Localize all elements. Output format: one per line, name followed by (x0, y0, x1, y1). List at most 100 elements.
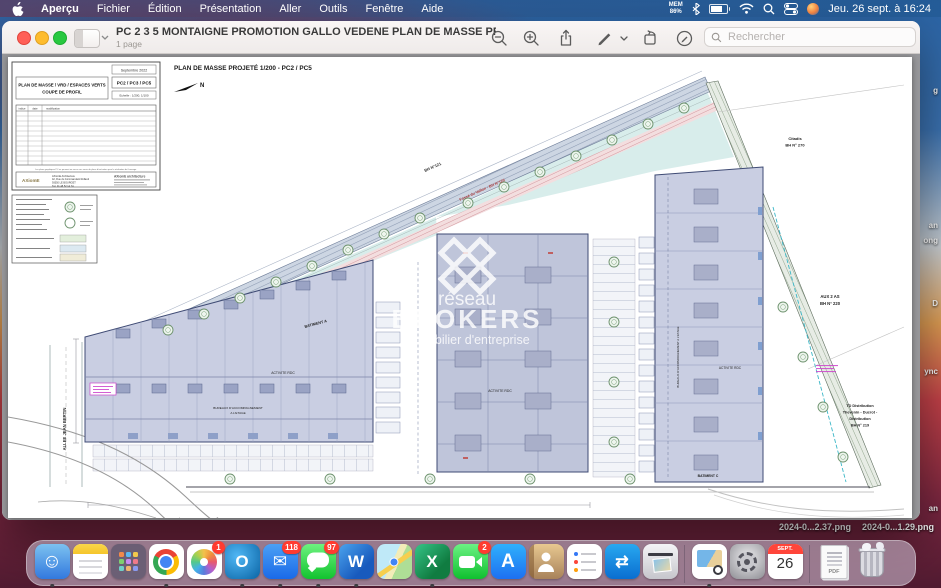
dock-item-calendar[interactable]: SEPT.26 (766, 544, 804, 586)
svg-text:modification: modification (46, 106, 60, 110)
window-title: PC 2 3 5 MONTAIGNE PROMOTION GALLO VEDEN… (116, 26, 496, 38)
dock-item-notes[interactable] (71, 544, 109, 586)
desktop-file-label[interactable]: 2024-0...2.37.png (779, 522, 851, 532)
search-field[interactable] (704, 27, 916, 47)
dock-item-maps[interactable] (375, 544, 413, 586)
zoom-out-button[interactable] (488, 29, 510, 47)
site-plan-drawing: Septembre 2022 PLAN DE MASSE / VRD / ESP… (8, 57, 912, 518)
calendar-month: SEPT. (768, 544, 803, 554)
street-label: ALLEE JEAN BERTIN (62, 408, 67, 451)
control-center-icon[interactable] (784, 3, 798, 15)
notification-badge: 1 (212, 541, 225, 554)
apple-menu-icon[interactable] (0, 2, 32, 16)
menu-aller[interactable]: Aller (270, 3, 310, 15)
desktop-file-label[interactable]: g (933, 86, 938, 95)
svg-text:BROKERS: BROKERS (391, 304, 542, 334)
desktop-file-label[interactable]: D (932, 299, 938, 308)
sidebar-toggle-button[interactable] (74, 29, 100, 48)
svg-text:Thevenin - Ducrot -: Thevenin - Ducrot - (843, 411, 878, 415)
dock-item-system-preferences[interactable] (728, 544, 766, 586)
dock-item-chrome[interactable] (147, 544, 185, 586)
desktop-file-label[interactable]: an (929, 221, 938, 230)
document-area: Septembre 2022 PLAN DE MASSE / VRD / ESP… (2, 54, 920, 520)
dock-item-finder[interactable]: ☺ (33, 544, 71, 586)
menu-extra-app-icon[interactable] (807, 3, 819, 15)
running-indicator (430, 584, 434, 588)
svg-text:BATIMENT C: BATIMENT C (698, 474, 719, 478)
svg-text:Echelle : 1/200, 1/100: Echelle : 1/200, 1/100 (119, 94, 148, 98)
north-arrow-icon: N (174, 83, 204, 92)
svg-text:AXiomE architecture: AXiomE architecture (114, 175, 146, 179)
markup-chevron-down-icon[interactable] (618, 29, 630, 47)
svg-text:Citadis: Citadis (788, 136, 802, 141)
road-label: BH N°121 (423, 161, 442, 173)
zoom-button[interactable] (53, 31, 67, 45)
dock-item-word[interactable]: W (337, 544, 375, 586)
menu-fenetre[interactable]: Fenêtre (356, 3, 412, 15)
running-indicator (50, 584, 54, 588)
wifi-icon[interactable] (739, 3, 754, 14)
dock-item-mail[interactable]: ✉118 (261, 544, 299, 586)
search-input[interactable] (726, 30, 900, 44)
dock-item-photos[interactable]: 1 (185, 544, 223, 586)
dock-divider (684, 545, 685, 583)
dock-item-contacts[interactable] (527, 544, 565, 586)
menu-apercu[interactable]: Aperçu (32, 3, 88, 15)
annotate-button[interactable] (673, 29, 695, 47)
calendar-day: 26 (768, 555, 803, 572)
spotlight-search-icon[interactable] (763, 3, 775, 15)
dock-item-messages[interactable]: 97 (299, 544, 337, 586)
svg-text:BH N° 220: BH N° 220 (820, 301, 841, 306)
search-icon (711, 32, 722, 43)
dock-item-image-capture[interactable] (641, 544, 679, 586)
menu-edition[interactable]: Édition (139, 3, 191, 15)
dock: ☺ 1 O ✉118 97 W X 2 A ⇄ SEPT.26 PDF (26, 540, 916, 586)
window-title-bar[interactable]: PC 2 3 5 MONTAIGNE PROMOTION GALLO VEDEN… (2, 21, 920, 54)
menu-bar-clock[interactable]: Jeu. 26 sept. à 16:24 (828, 3, 931, 15)
zoom-in-button[interactable] (520, 29, 542, 47)
memory-status[interactable]: MEM86% (669, 2, 683, 15)
dock-item-outlook[interactable]: O (223, 544, 261, 586)
dock-item-teamviewer[interactable]: ⇄ (603, 544, 641, 586)
running-indicator (164, 584, 168, 588)
notification-badge: 2 (478, 541, 491, 554)
svg-text:indice: indice (19, 106, 26, 110)
dock-item-excel[interactable]: X (413, 544, 451, 586)
close-button[interactable] (17, 31, 31, 45)
running-indicator (316, 584, 320, 588)
bluetooth-icon[interactable] (692, 3, 700, 15)
page-count: 1 page (116, 39, 142, 49)
menu-presentation[interactable]: Présentation (191, 3, 271, 15)
svg-text:BUREAUX D'ACCOMPAGNEMENT A L'E: BUREAUX D'ACCOMPAGNEMENT A L'ETAGE (676, 326, 680, 387)
running-indicator (240, 584, 244, 588)
dock-item-appstore[interactable]: A (489, 544, 527, 586)
share-button[interactable] (555, 29, 577, 47)
building-c: BUREAUX D'ACCOMPAGNEMENT A L'ETAGE ACTIV… (655, 167, 763, 482)
desktop-file-label[interactable]: ong (923, 236, 938, 245)
svg-text:BH N° 270: BH N° 270 (785, 143, 805, 148)
menu-aide[interactable]: Aide (412, 3, 452, 15)
svg-text:AUX 2 AS: AUX 2 AS (820, 294, 839, 299)
svg-text:COUPE DE PROFIL: COUPE DE PROFIL (42, 90, 82, 95)
desktop-file-label[interactable]: an (929, 504, 938, 513)
rotate-button[interactable] (639, 29, 661, 47)
dock-item-preview[interactable] (690, 544, 728, 586)
dock-item-launchpad[interactable] (109, 544, 147, 586)
notification-badge: 97 (324, 541, 339, 554)
pdf-label: PDF (829, 569, 840, 575)
parking-row (93, 445, 373, 457)
minimize-button[interactable] (35, 31, 49, 45)
markup-pen-button[interactable] (594, 29, 616, 47)
dock-item-pdf-document[interactable]: PDF (815, 544, 853, 586)
svg-text:PLAN DE MASSE / VRD / ESPACES: PLAN DE MASSE / VRD / ESPACES VERTS (18, 83, 105, 88)
dock-item-facetime[interactable]: 2 (451, 544, 489, 586)
battery-icon[interactable] (709, 4, 731, 14)
desktop-file-label[interactable]: ync (924, 367, 938, 376)
sidebar-chevron-down-icon[interactable] (101, 35, 109, 40)
menu-outils[interactable]: Outils (310, 3, 356, 15)
menu-fichier[interactable]: Fichier (88, 3, 139, 15)
dock-item-reminders[interactable] (565, 544, 603, 586)
desktop-file-label[interactable]: 2024-0...1.29.png (862, 522, 934, 532)
dock-item-trash[interactable] (853, 544, 891, 586)
svg-text:date: date (32, 106, 38, 110)
